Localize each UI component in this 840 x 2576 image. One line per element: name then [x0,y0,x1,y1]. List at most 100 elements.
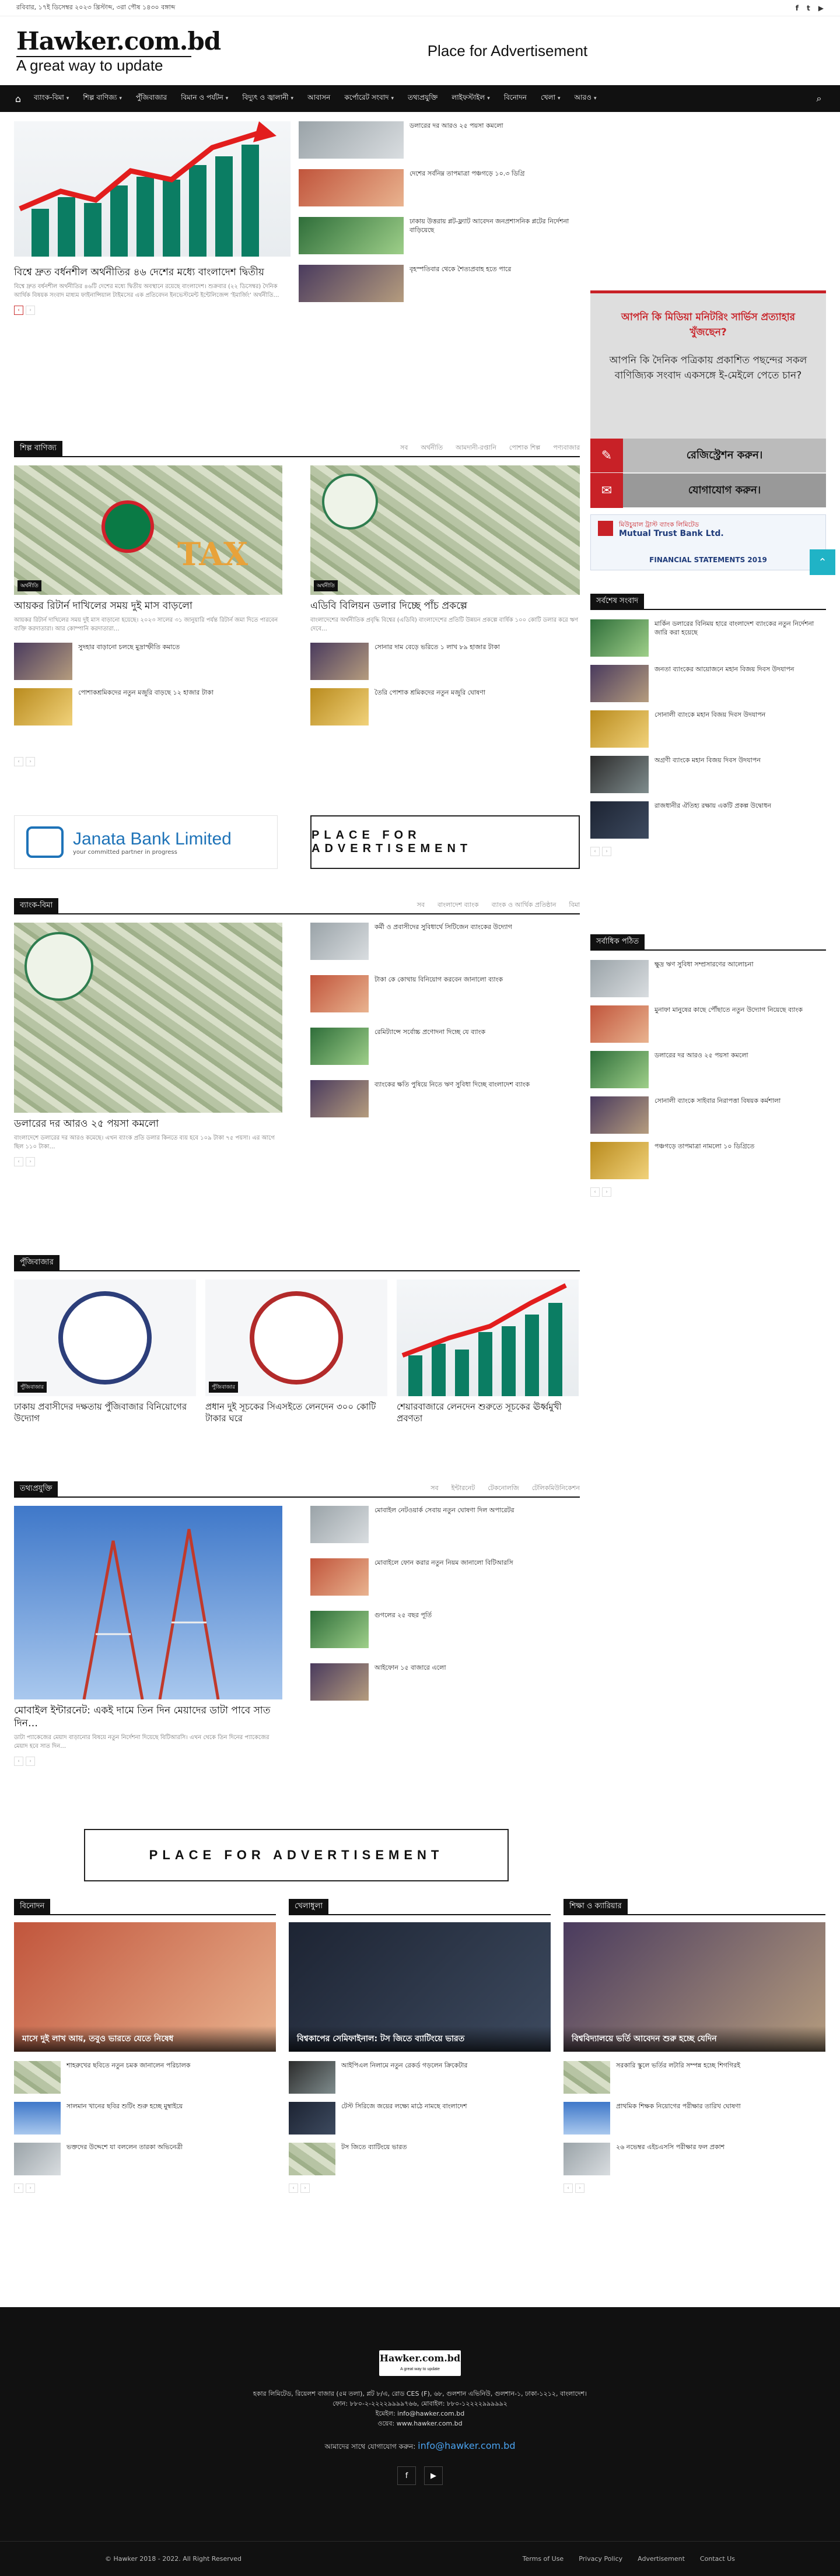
nav-item[interactable]: শিল্প বাণিজ্য ▾ [76,85,129,112]
prev-icon[interactable]: ‹ [14,306,23,315]
list-item-title[interactable]: প্রাথমিক শিক্ষক নিয়োগের পরীক্ষার তারিখ … [616,2102,741,2111]
footer-link[interactable]: Advertisement [638,2555,685,2563]
next-icon[interactable]: › [26,1157,35,1166]
section-title[interactable]: ব্যাংক-বিমা [14,898,59,913]
section-tab[interactable]: বাংলাদেশ ব্যাংক [438,900,479,911]
thumbnail[interactable] [590,1051,649,1088]
card-headline[interactable]: ঢাকায় প্রবাসীদের দক্ষতায় পুঁজিবাজার বি… [14,1401,196,1424]
list-item[interactable]: কর্মী ও প্রবাসীদের সুবিধার্থে সিটিজেন ব্… [310,923,580,960]
list-item[interactable]: জনতা ব্যাংকের আয়োজনে মহান বিজয় দিবস উদ… [590,665,826,702]
thumbnail[interactable] [310,923,369,960]
scroll-top-button[interactable]: ⌃ [810,549,835,575]
list-item[interactable]: মোবাইল নেটওয়ার্ক সেবায় নতুন ঘোষণা দিল … [310,1506,580,1543]
thumbnail[interactable] [310,1080,369,1117]
list-item-title[interactable]: অগ্রণী ব্যাংকে মহান বিজয় দিবস উদযাপন [654,756,761,765]
thumbnail[interactable] [590,801,649,839]
card-image[interactable] [397,1280,579,1396]
list-item[interactable]: আইপিএল নিলামে নতুন রেকর্ড গড়লেন ক্রিকেট… [289,2061,551,2094]
nav-item[interactable]: আরও ▾ [568,85,604,112]
list-item-title[interactable]: জনতা ব্যাংকের আয়োজনে মহান বিজয় দিবস উদ… [654,665,794,674]
lead-image[interactable] [14,1506,282,1699]
list-item[interactable]: ডলারের দর আরও ২৫ পয়সা কমলো [590,1051,826,1088]
list-item[interactable]: সোনালী ব্যাংকে মহান বিজয় দিবস উদযাপন [590,710,826,748]
stock-card[interactable]: পুঁজিবাজার প্রধান দুই সূচকের সিএসইতে লেনদ… [205,1280,387,1424]
hero-headline[interactable]: বিশ্বে দ্রুত বর্ধনশীল অর্থনীতির ৪৬ দেশের… [14,266,290,279]
list-item-title[interactable]: মোবাইলে ফোন করার নতুন নিয়ম জানালো বিটিআ… [374,1558,513,1567]
list-item-title[interactable]: টস জিতে ব্যাটিংয়ে ভারত [341,2143,407,2151]
list-item-title[interactable]: সোনালী ব্যাংকে সাইবার নিরাপত্তা বিষয়ক ক… [654,1096,780,1105]
section-title[interactable]: তথ্যপ্রযুক্তি [14,1481,58,1496]
list-item[interactable]: তৈরি পোশাক শ্রমিকদের নতুন মজুরি ঘোষণা [310,688,580,726]
list-item[interactable]: টেস্ট সিরিজে জয়ের লক্ষ্যে মাঠে নামছে বা… [289,2102,551,2135]
section-tab[interactable]: ইন্টারনেট [452,1483,475,1494]
card-headline[interactable]: প্রধান দুই সূচকের সিএসইতে লেনদেন ৩০০ কোট… [205,1401,387,1424]
lead-caption[interactable]: মাসে দুই লাখ আয়, তবুও ভারতে যেতে নিষেধ [14,2026,276,2052]
category-tag[interactable]: অর্থনীতি [314,580,338,591]
next-icon[interactable]: › [300,2184,310,2193]
youtube-icon[interactable]: ▶ [424,2466,443,2485]
thumbnail[interactable] [299,265,404,302]
section-title[interactable]: শিল্প বাণিজ্য [14,441,62,456]
list-item-title[interactable]: কর্মী ও প্রবাসীদের সুবিধার্থে সিটিজেন ব্… [374,923,512,931]
next-icon[interactable]: › [26,757,35,766]
section-title[interactable]: বিনোদন [14,1899,51,1914]
section-tab[interactable]: টেলিকমিউনিকেশন [532,1483,580,1494]
thumbnail[interactable] [310,643,369,680]
list-item[interactable]: পোশাকশ্রমিকদের নতুন মজুরি বাড়ছে ১২ হাজা… [14,688,282,726]
list-item-title[interactable]: ভক্তদের উদ্দেশে যা বললেন তারকা অভিনেত্রী [66,2143,183,2151]
list-item-title[interactable]: দেশের সর্বনিম্ন তাপমাত্রা পঞ্চগড়ে ১০.৩ … [410,169,525,178]
nav-item[interactable]: পুঁজিবাজার [129,85,174,112]
list-item-title[interactable]: তৈরি পোশাক শ্রমিকদের নতুন মজুরি ঘোষণা [374,688,485,697]
lead-image[interactable]: বিশ্ববিদ্যালয়ে ভর্তি আবেদন শুরু হচ্ছে য… [564,1922,825,2052]
list-item[interactable]: ২৬ নভেম্বর এইচএসসি পরীক্ষার ফল প্রকাশ [564,2143,825,2175]
list-item[interactable]: রাজধানীর ঐতিহ্য রক্ষায় একটি প্রকল্প উদ্… [590,801,826,839]
nav-item[interactable]: তথ্যপ্রযুক্তি [401,85,444,112]
nav-item[interactable]: আবাসন [300,85,337,112]
list-item-title[interactable]: ডলারের দর আরও ২৫ পয়সা কমলো [410,121,503,130]
lead-caption[interactable]: বিশ্ববিদ্যালয়ে ভর্তি আবেদন শুরু হচ্ছে য… [564,2026,825,2052]
register-button[interactable]: ✎ রেজিস্ট্রেশন করুন। [590,439,826,472]
facebook-icon[interactable]: f [796,4,799,12]
list-item[interactable]: বৃহস্পতিবার থেকে শৈত্যপ্রবাহ হতে পারে [299,265,580,302]
list-item[interactable]: টস জিতে ব্যাটিংয়ে ভারত [289,2143,551,2175]
footer-logo[interactable]: Hawker.com.bd A great way to update [379,2350,461,2376]
nav-item[interactable]: বিমান ও পর্যটন ▾ [174,85,235,112]
list-item-title[interactable]: সোনার দাম বেড়ে ভরিতে ১ লাখ ৮৯ হাজার টাক… [374,643,500,651]
list-item[interactable]: মুনাফা মানুষের কাছে পৌঁছাতে নতুন উদ্যোগ … [590,1005,826,1043]
thumbnail[interactable] [310,1558,369,1596]
prev-icon[interactable]: ‹ [590,847,600,856]
lead-headline[interactable]: মোবাইল ইন্টারনেট: একই দামে তিন দিন মেয়া… [14,1704,282,1730]
lead-image[interactable]: অর্থনীতি [310,465,580,595]
header-ad[interactable]: Place for Advertisement [191,42,824,60]
list-item-title[interactable]: রাজধানীর ঐতিহ্য রক্ষায় একটি প্রকল্প উদ্… [654,801,771,810]
place-ad-box[interactable]: PLACE FOR ADVERTISEMENT [310,815,580,869]
thumbnail[interactable] [289,2102,335,2135]
thumbnail[interactable] [590,1096,649,1134]
next-icon[interactable]: › [602,847,611,856]
lead-image[interactable]: বিশ্বকাপের সেমিফাইনাল: টস জিতে ব্যাটিংয়… [289,1922,551,2052]
list-item-title[interactable]: মোবাইল নেটওয়ার্ক সেবায় নতুন ঘোষণা দিল … [374,1506,514,1515]
nav-item[interactable]: ব্যাংক-বিমা ▾ [27,85,76,112]
category-tag[interactable]: অর্থনীতি [18,580,41,591]
nav-item[interactable]: বিনোদন [497,85,534,112]
next-icon[interactable]: › [26,1757,35,1766]
hero-image[interactable] [14,121,290,257]
nav-item[interactable]: কর্পোরেট সংবাদ ▾ [337,85,401,112]
thumbnail[interactable] [14,2143,61,2175]
list-item-title[interactable]: বৃহস্পতিবার থেকে শৈত্যপ্রবাহ হতে পারে [410,265,511,274]
next-icon[interactable]: › [26,2184,35,2193]
section-tab[interactable]: আমদানী-রপ্তানি [456,443,496,454]
nav-item[interactable]: বিদ্যুৎ ও জ্বালানী ▾ [235,85,300,112]
thumbnail[interactable] [14,643,72,680]
list-item-title[interactable]: আইপিএল নিলামে নতুন রেকর্ড গড়লেন ক্রিকেট… [341,2061,467,2070]
place-ad-box-large[interactable]: PLACE FOR ADVERTISEMENT [84,1829,509,1881]
search-icon[interactable]: ⌕ [807,85,831,112]
list-item-title[interactable]: মুনাফা মানুষের কাছে পৌঁছাতে নতুন উদ্যোগ … [654,1005,803,1014]
list-item[interactable]: সোনার দাম বেড়ে ভরিতে ১ লাখ ৮৯ হাজার টাক… [310,643,580,680]
thumbnail[interactable] [590,665,649,702]
list-item[interactable]: ক্ষুদ্র ঋণ সুবিধা সম্প্রসারণের আলোচনা [590,960,826,997]
list-item[interactable]: পঞ্চগড়ে তাপমাত্রা নামলো ১০ ডিগ্রিতে [590,1142,826,1179]
list-item-title[interactable]: সালমান খানের ছবির শুটিং শুরু হচ্ছে মুম্ব… [66,2102,183,2111]
prev-icon[interactable]: ‹ [289,2184,298,2193]
section-tab[interactable]: সব [430,1483,438,1494]
